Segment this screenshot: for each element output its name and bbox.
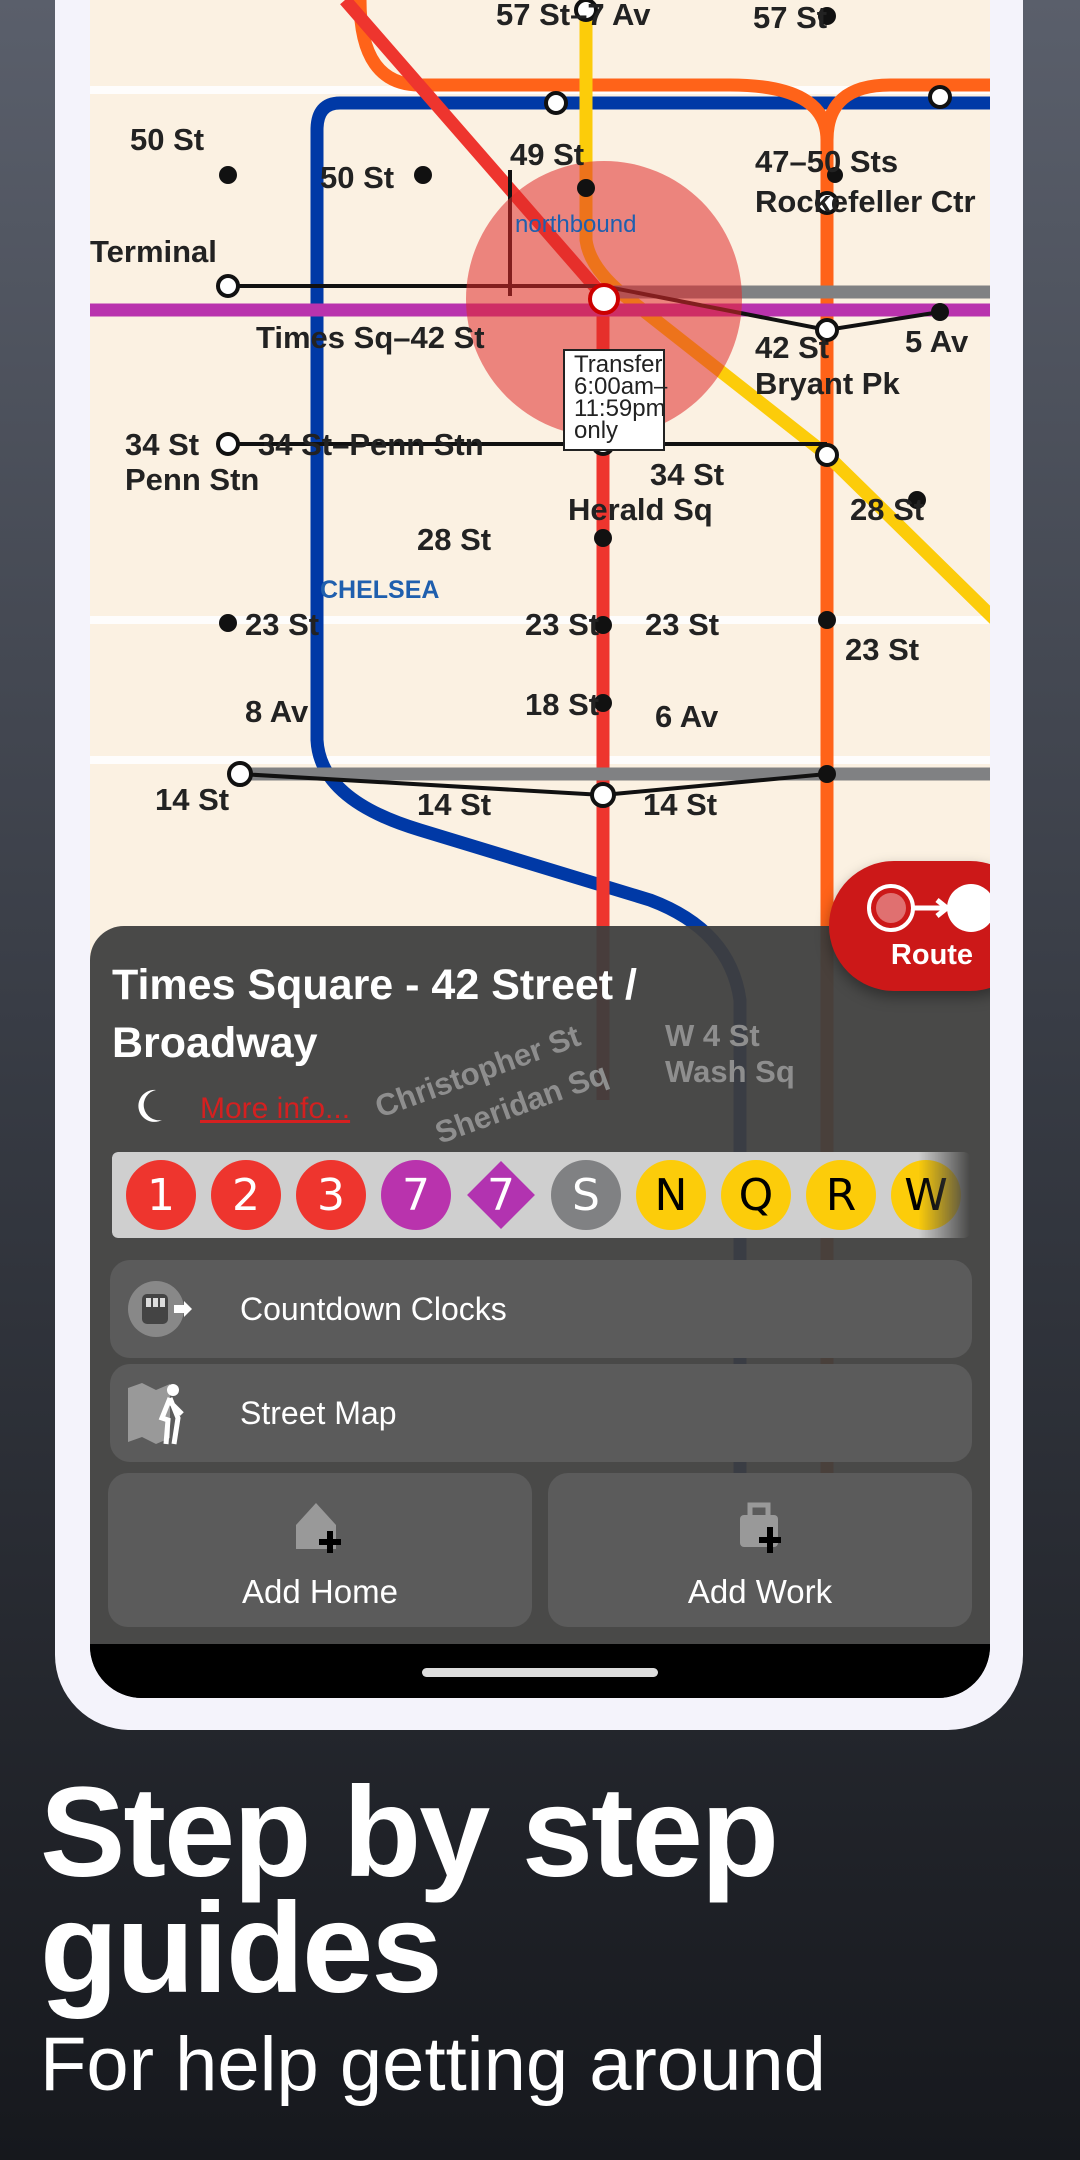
line-bullet-7[interactable]: 7 bbox=[381, 1160, 451, 1230]
countdown-clocks-button[interactable]: Countdown Clocks bbox=[110, 1260, 972, 1358]
map-label: 34 St bbox=[650, 457, 724, 492]
more-info-link[interactable]: More info... bbox=[200, 1092, 350, 1126]
map-label: 14 St bbox=[417, 787, 491, 822]
map-label: 50 St bbox=[320, 160, 394, 195]
promo-headline: Step by step guides bbox=[40, 1761, 779, 2020]
map-label: 57 St–7 Av bbox=[496, 0, 651, 32]
add-work-label: Add Work bbox=[687, 1573, 833, 1610]
line-bullet-R[interactable]: R bbox=[806, 1160, 876, 1230]
map-label: 23 St bbox=[845, 632, 919, 667]
map-label: Times Sq–42 St bbox=[256, 320, 485, 355]
map-label: Rockefeller Ctr bbox=[755, 184, 976, 219]
map-label: Herald Sq bbox=[568, 492, 713, 527]
map-label: Bryant Pk bbox=[755, 366, 900, 401]
street-map-button[interactable]: Street Map bbox=[110, 1364, 972, 1462]
map-label: 8 Av bbox=[245, 694, 309, 729]
map-label: northbound bbox=[515, 211, 636, 238]
map-label: 14 St bbox=[643, 787, 717, 822]
map-label: 28 St bbox=[417, 522, 491, 557]
map-label: 49 St bbox=[510, 137, 584, 172]
map-label: 28 St bbox=[850, 492, 924, 527]
line-bullet-2[interactable]: 2 bbox=[211, 1160, 281, 1230]
map-label: CHELSEA bbox=[320, 576, 439, 604]
map-label: 50 St bbox=[130, 122, 204, 157]
add-home-button[interactable]: Add Home bbox=[108, 1473, 532, 1627]
line-bullet-7-express[interactable]: 7 bbox=[466, 1160, 536, 1230]
briefcase-add-icon bbox=[740, 1502, 781, 1553]
line-bullet-3[interactable]: 3 bbox=[296, 1160, 366, 1230]
map-label: 6 Av bbox=[655, 699, 719, 734]
line-bullet-label: 1 bbox=[147, 1169, 175, 1221]
map-label: 47–50 Sts bbox=[755, 144, 898, 179]
map-label: 23 St bbox=[525, 607, 599, 642]
line-bullets-strip[interactable]: 1 2 3 7 7 S NQRW bbox=[112, 1152, 970, 1238]
map-label: 14 St bbox=[155, 782, 229, 817]
map-label: 23 St bbox=[245, 607, 319, 642]
line-bullet-label: 3 bbox=[317, 1169, 345, 1221]
line-bullet-label: R bbox=[825, 1169, 857, 1221]
promo-headline-line-1: Step by step bbox=[40, 1761, 779, 1904]
add-home-label: Add Home bbox=[242, 1573, 398, 1610]
phone-screen: 57 St–7 Av 57 St 50 St 50 St 49 St 47–50… bbox=[90, 0, 990, 1698]
line-bullet-W[interactable]: W bbox=[891, 1160, 961, 1230]
map-label: 5 Av bbox=[905, 324, 969, 359]
map-label: Terminal bbox=[90, 234, 217, 269]
train-arrow-icon bbox=[128, 1281, 192, 1337]
line-bullet-label: 7 bbox=[402, 1169, 430, 1221]
street-map-label: Street Map bbox=[240, 1394, 397, 1431]
line-bullet-N[interactable]: N bbox=[636, 1160, 706, 1230]
home-indicator[interactable] bbox=[422, 1668, 658, 1677]
line-bullet-label: 7 bbox=[487, 1169, 515, 1221]
line-bullet-S[interactable]: S bbox=[551, 1160, 621, 1230]
line-bullet-label: S bbox=[572, 1169, 600, 1221]
promo-headline-line-2: guides bbox=[40, 1877, 443, 2020]
line-bullet-label: Q bbox=[738, 1169, 774, 1221]
line-bullet-label: N bbox=[654, 1169, 688, 1221]
home-add-icon bbox=[296, 1503, 341, 1553]
route-button[interactable]: Route bbox=[829, 861, 990, 991]
map-label: Penn Stn bbox=[125, 462, 259, 497]
map-label: 57 St bbox=[753, 0, 827, 35]
countdown-clocks-label: Countdown Clocks bbox=[240, 1290, 507, 1327]
moon-icon bbox=[138, 1089, 162, 1122]
map-label: 34 St–Penn Stn bbox=[258, 427, 484, 462]
line-bullet-label: 2 bbox=[232, 1169, 260, 1221]
promo-subtitle: For help getting around bbox=[40, 2022, 826, 2107]
map-label: 34 St bbox=[125, 427, 199, 462]
line-bullet-label: W bbox=[904, 1169, 948, 1221]
home-indicator-bar bbox=[90, 1644, 990, 1698]
station-title: Times Square - 42 Street / Broadway bbox=[112, 961, 637, 1067]
add-work-button[interactable]: Add Work bbox=[548, 1473, 972, 1627]
station-panel: Times Square - 42 Street / Broadway More… bbox=[90, 926, 990, 1644]
map-label: 42 St bbox=[755, 330, 829, 365]
line-bullet-1[interactable]: 1 bbox=[126, 1160, 196, 1230]
transfer-note: only bbox=[574, 417, 618, 444]
map-label: 23 St bbox=[645, 607, 719, 642]
route-label: Route bbox=[890, 939, 974, 971]
line-bullet-Q[interactable]: Q bbox=[721, 1160, 791, 1230]
map-label: 18 St bbox=[525, 687, 599, 722]
street-map-walker-icon bbox=[128, 1383, 184, 1445]
route-icon bbox=[867, 884, 990, 932]
